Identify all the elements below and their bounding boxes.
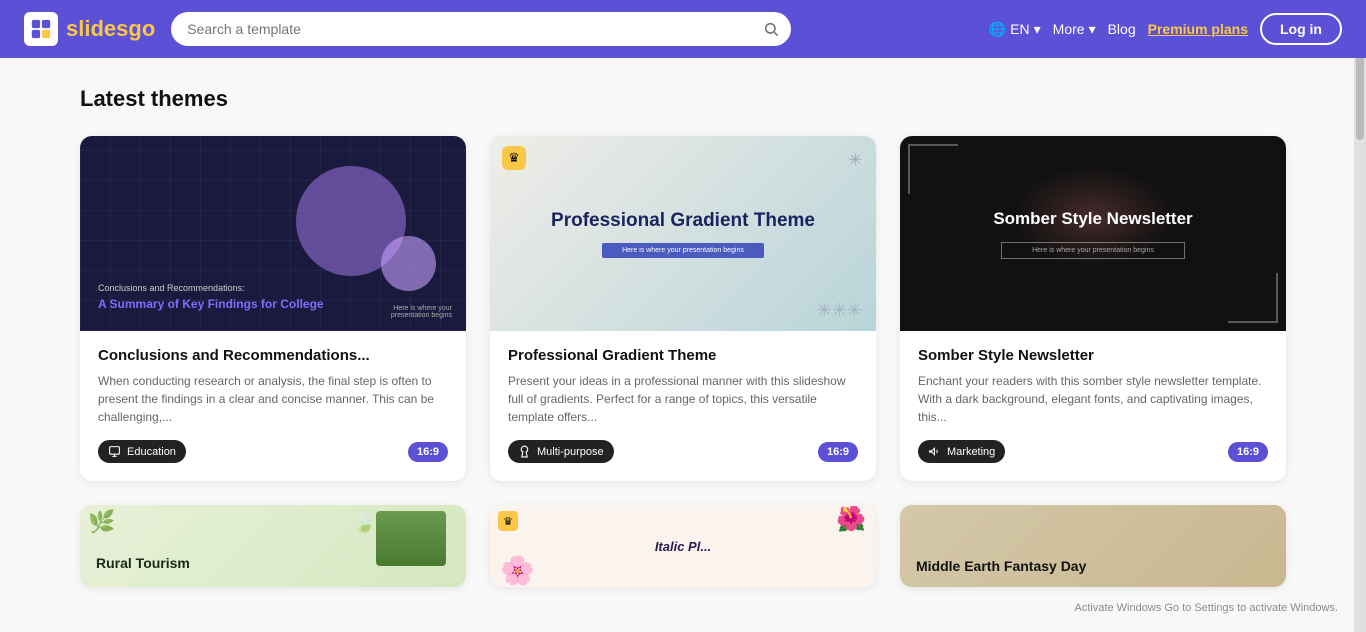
lang-label: EN bbox=[1010, 21, 1029, 37]
card-2-tag[interactable]: Multi-purpose bbox=[508, 440, 614, 463]
rural-photo bbox=[376, 511, 446, 566]
card-2-title: Professional Gradient Theme bbox=[508, 347, 858, 364]
globe-icon: 🌐 bbox=[989, 21, 1006, 38]
nav-right: 🌐 EN ▾ More ▾ Blog Premium plans Log in bbox=[989, 13, 1342, 45]
login-button[interactable]: Log in bbox=[1260, 13, 1342, 45]
main-content: Latest themes Conclusions and Recommenda… bbox=[0, 58, 1366, 615]
multipurpose-icon bbox=[518, 445, 531, 458]
more-label: More bbox=[1053, 21, 1085, 37]
card-2-desc: Present your ideas in a professional man… bbox=[508, 372, 858, 426]
card-1-tag[interactable]: Education bbox=[98, 440, 186, 463]
card-3-thumbnail: Somber Style Newsletter Here is where yo… bbox=[900, 136, 1286, 331]
education-icon bbox=[108, 445, 121, 458]
card-3-title: Somber Style Newsletter bbox=[918, 347, 1268, 364]
card-fantasy[interactable]: Middle Earth Fantasy Day bbox=[900, 505, 1286, 587]
card-1-desc: When conducting research or analysis, th… bbox=[98, 372, 448, 426]
card-1-title: Conclusions and Recommendations... bbox=[98, 347, 448, 364]
search-button[interactable] bbox=[763, 21, 779, 37]
card-rural[interactable]: 🌿 🍃 Rural Tourism bbox=[80, 505, 466, 587]
card-gradient[interactable]: ♛ ✳ Professional Gradient Theme Here is … bbox=[490, 136, 876, 481]
premium-crown-icon: ♛ bbox=[502, 146, 526, 170]
premium-link[interactable]: Premium plans bbox=[1148, 21, 1248, 37]
lang-chevron-icon: ▾ bbox=[1034, 21, 1041, 38]
thumb-1-sub: Conclusions and Recommendations: bbox=[98, 283, 324, 293]
floral-title: Italic Pl... bbox=[655, 539, 711, 554]
card-newsletter[interactable]: Somber Style Newsletter Here is where yo… bbox=[900, 136, 1286, 481]
thumb-2-title: Professional Gradient Theme bbox=[551, 209, 815, 233]
search-bar bbox=[171, 12, 791, 46]
thumb-1-title: A Summary of Key Findings for College bbox=[98, 296, 324, 313]
leaf1-icon: 🌿 bbox=[88, 509, 115, 535]
card-3-ratio: 16:9 bbox=[1228, 442, 1268, 462]
rural-title: Rural Tourism bbox=[96, 555, 190, 571]
blog-link[interactable]: Blog bbox=[1108, 21, 1136, 37]
language-selector[interactable]: 🌐 EN ▾ bbox=[989, 21, 1041, 38]
card-3-desc: Enchant your readers with this somber st… bbox=[918, 372, 1268, 426]
thumb-2-bar: Here is where your presentation begins bbox=[602, 243, 764, 258]
card-2-ratio: 16:9 bbox=[818, 442, 858, 462]
logo-icon bbox=[24, 12, 58, 46]
card-2-footer: Multi-purpose 16:9 bbox=[508, 440, 858, 463]
logo-text: slidesgo bbox=[66, 16, 155, 42]
card-1-body: Conclusions and Recommendations... When … bbox=[80, 331, 466, 481]
card-fantasy-thumbnail: Middle Earth Fantasy Day bbox=[900, 505, 1286, 587]
card-1-footer: Education 16:9 bbox=[98, 440, 448, 463]
card-1-ratio: 16:9 bbox=[408, 442, 448, 462]
marketing-icon bbox=[928, 445, 941, 458]
search-input[interactable] bbox=[171, 12, 791, 46]
thumb-3-bar: Here is where your presentation begins bbox=[1001, 242, 1185, 259]
deco2-icon: ✳✳✳ bbox=[817, 300, 862, 321]
card-2-thumbnail: ♛ ✳ Professional Gradient Theme Here is … bbox=[490, 136, 876, 331]
card-floral-thumbnail: ♛ 🌸 🌺 Italic Pl... bbox=[490, 505, 876, 587]
card-floral[interactable]: ♛ 🌸 🌺 Italic Pl... bbox=[490, 505, 876, 587]
flower1-icon: 🌸 bbox=[500, 554, 535, 587]
card-3-footer: Marketing 16:9 bbox=[918, 440, 1268, 463]
navbar: slidesgo 🌐 EN ▾ More ▾ Blog Premium plan… bbox=[0, 0, 1366, 58]
flower2-icon: 🌺 bbox=[836, 505, 866, 534]
card-3-body: Somber Style Newsletter Enchant your rea… bbox=[900, 331, 1286, 481]
card-conclusions[interactable]: Conclusions and Recommendations: A Summa… bbox=[80, 136, 466, 481]
more-menu[interactable]: More ▾ bbox=[1053, 21, 1096, 38]
thumb-3-title: Somber Style Newsletter bbox=[993, 208, 1192, 230]
deco-icon: ✳ bbox=[849, 150, 862, 170]
logo[interactable]: slidesgo bbox=[24, 12, 155, 46]
leaf2-icon: 🍃 bbox=[354, 513, 376, 534]
thumb-1-caption: Here is where yourpresentation begins bbox=[391, 305, 452, 319]
more-chevron-icon: ▾ bbox=[1089, 21, 1096, 38]
card-3-tag[interactable]: Marketing bbox=[918, 440, 1005, 463]
scrollbar[interactable] bbox=[1354, 0, 1366, 632]
floral-crown-icon: ♛ bbox=[498, 511, 518, 531]
section-title: Latest themes bbox=[80, 86, 1286, 112]
themes-grid: Conclusions and Recommendations: A Summa… bbox=[80, 136, 1286, 587]
card-1-thumbnail: Conclusions and Recommendations: A Summa… bbox=[80, 136, 466, 331]
card-2-body: Professional Gradient Theme Present your… bbox=[490, 331, 876, 481]
fantasy-title: Middle Earth Fantasy Day bbox=[916, 557, 1086, 575]
card-rural-thumbnail: 🌿 🍃 Rural Tourism bbox=[80, 505, 466, 587]
